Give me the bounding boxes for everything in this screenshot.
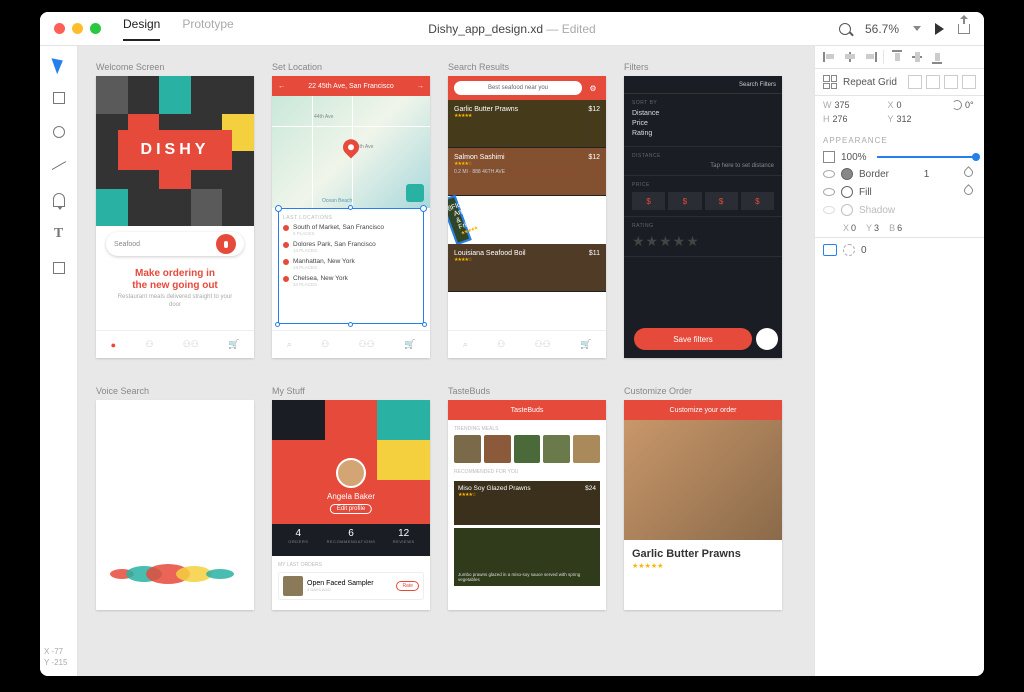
responsive-resize-icon[interactable] [823,244,837,256]
shadow-visibility-toggle[interactable] [823,206,835,214]
toolbar: T X -77Y -215 [40,46,78,676]
maximize-window-button[interactable] [90,23,101,34]
pathfinder-ops [908,75,976,89]
border-visibility-toggle[interactable] [823,170,835,178]
location-panel-selected[interactable]: LAST LOCATIONS South of Market, San Fran… [278,208,424,324]
inspector-panel: Repeat Grid W375 X0 0° H276 Y312 APPEARA… [814,46,984,676]
map-pin-icon [340,136,363,159]
welcome-subtitle: Restaurant meals delivered straight to y… [111,294,239,310]
window-controls [40,23,101,34]
artboard-tastebuds[interactable]: TasteBuds TasteBuds TRENDING MEALS RECOM… [448,386,606,610]
border-color-swatch[interactable] [841,168,853,180]
opacity-value[interactable]: 100% [841,152,867,163]
align-bottom-icon[interactable] [930,50,944,64]
search-icon[interactable] [839,23,851,35]
tabbar: ●⚇⚇⚇🛒 [96,330,254,358]
border-width-input[interactable]: 1 [924,169,930,180]
artboard-voicesearch[interactable]: Voice Search DISHY What are youhungry fo… [96,386,254,610]
document-title: Dishy_app_design.xd — Edited [428,22,595,36]
shadow-offsets: X0 Y3 B6 [815,219,984,237]
preview-icon[interactable] [935,23,944,35]
titlebar: Design Prototype Dishy_app_design.xd — E… [40,12,984,46]
shadow-blur-input[interactable]: 6 [897,223,902,233]
close-filters-button [756,328,778,350]
eyedropper-icon[interactable] [964,186,976,198]
zoom-dropdown-icon[interactable] [913,26,921,31]
border-label: Border [859,169,889,180]
save-filters-button: Save filters [634,328,752,350]
align-toolbar [815,46,984,69]
send-location-icon [406,184,424,202]
responsive-value[interactable]: 0 [861,245,867,256]
artboard-setlocation[interactable]: Set Location ←22 45th Ave, San Francisco… [272,62,430,358]
opacity-icon [823,151,835,163]
align-center-icon[interactable] [843,50,857,64]
design-tab[interactable]: Design [123,17,160,41]
welcome-tagline: Make ordering inthe new going out [96,268,254,292]
rotation-input[interactable]: 0° [965,100,974,110]
voice-wave [106,556,244,590]
shadow-color-swatch[interactable] [841,204,853,216]
shadow-y-input[interactable]: 3 [874,223,879,233]
pen-tool[interactable] [51,192,67,208]
artboard-searchresults[interactable]: Search Results Best seafood near you⚙ Ga… [448,62,606,358]
fill-label: Fill [859,187,872,198]
fill-visibility-toggle[interactable] [823,188,835,196]
share-icon[interactable] [958,24,970,34]
align-top-icon[interactable] [890,50,904,64]
repeat-grid-icon [823,75,837,89]
shadow-x-input[interactable]: 0 [851,223,856,233]
dish-photo [624,420,782,540]
avatar [336,458,366,488]
align-middle-icon[interactable] [910,50,924,64]
close-window-button[interactable] [54,23,65,34]
artboard-welcome[interactable]: Welcome Screen DISHY Seafood [96,62,254,358]
artboard-customize[interactable]: Customize Order Customize your order Gar… [624,386,782,610]
welcome-logo: DISHY [118,130,232,170]
width-input[interactable]: 375 [835,100,850,110]
artboard-mystuff[interactable]: My Stuff Angela Baker Edit profile 4ORDE… [272,386,430,610]
line-tool[interactable] [51,158,67,174]
y-input[interactable]: 312 [897,114,912,124]
repeat-grid-button[interactable]: Repeat Grid [843,77,897,88]
appearance-header: APPEARANCE [815,128,984,149]
ellipse-tool[interactable] [51,124,67,140]
filter-icon: ⚙ [586,81,600,95]
select-tool[interactable] [51,56,67,72]
text-tool[interactable]: T [51,226,67,242]
location-header: ←22 45th Ave, San Francisco→ [272,76,430,96]
zoom-value[interactable]: 56.7% [865,22,899,36]
cursor-coords: X -77Y -215 [40,647,77,668]
align-right-icon[interactable] [863,50,877,64]
mic-icon [216,234,236,254]
app-window: Design Prototype Dishy_app_design.xd — E… [40,12,984,676]
map: 44th Ave 45th Ave Ocean Beach [272,96,430,208]
canvas[interactable]: Welcome Screen DISHY Seafood [78,46,814,676]
artboard-tool[interactable] [51,260,67,276]
rotation-icon [952,100,962,110]
prototype-tab[interactable]: Prototype [182,17,233,41]
rectangle-tool[interactable] [51,90,67,106]
mode-tabs: Design Prototype [123,17,234,41]
responsive-off-icon[interactable] [843,244,855,256]
artboard-filters[interactable]: Filters Search Filters SORT BY Distance … [624,62,782,358]
fill-color-swatch[interactable] [841,186,853,198]
height-input[interactable]: 276 [833,114,848,124]
minimize-window-button[interactable] [72,23,83,34]
welcome-search: Seafood [106,232,244,256]
eyedropper-icon[interactable] [964,168,976,180]
align-left-icon[interactable] [823,50,837,64]
shadow-label: Shadow [859,205,895,216]
x-input[interactable]: 0 [897,100,902,110]
opacity-slider[interactable] [877,156,976,158]
